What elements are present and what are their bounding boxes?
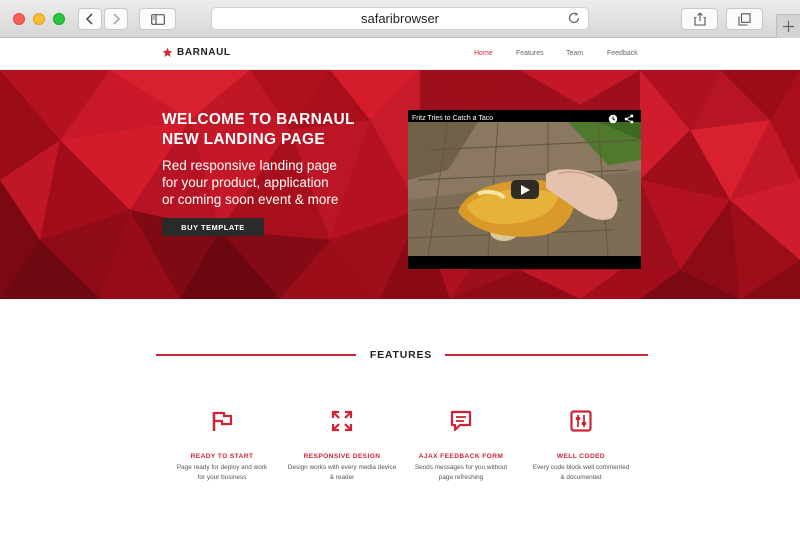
zoom-window-button[interactable] <box>53 13 65 25</box>
address-text: safaribrowser <box>360 11 440 26</box>
brand-name: BARNAUL <box>177 47 231 58</box>
features-heading: FEATURES <box>369 349 433 361</box>
clock-icon[interactable] <box>608 114 618 124</box>
address-bar[interactable]: safaribrowser <box>211 7 589 30</box>
tabs-button[interactable] <box>726 8 763 30</box>
hero-subtitle: Red responsive landing page for your pro… <box>162 157 362 208</box>
feature-description: Sends messages for you without page refr… <box>396 463 526 482</box>
feature-description-line-2: page refreshing <box>438 473 484 481</box>
nav-feedback[interactable]: Feedback <box>607 50 638 57</box>
browser-toolbar: safaribrowser <box>0 0 800 38</box>
feature-item: WELL CODED Every code block well comment… <box>516 410 646 482</box>
share-video-icon[interactable] <box>624 114 634 124</box>
sliders-icon <box>570 410 592 432</box>
close-window-button[interactable] <box>13 13 25 25</box>
video-player[interactable]: Fritz Tries to Catch a Taco <box>408 110 641 269</box>
minimize-window-button[interactable] <box>33 13 45 25</box>
sidebar-icon <box>150 13 165 25</box>
expand-icon <box>331 410 353 432</box>
nav-features[interactable]: Features <box>516 50 544 57</box>
feature-description-line-2: & reader <box>329 473 355 481</box>
back-button[interactable] <box>78 8 102 30</box>
share-icon <box>693 12 706 26</box>
low-poly-background <box>0 70 800 299</box>
feature-description: Page ready for deploy and work for your … <box>157 463 287 482</box>
brand-logo[interactable]: BARNAUL <box>162 47 231 58</box>
tabs-icon <box>738 12 751 26</box>
feature-item: RESPONSIVE DESIGN Design works with ever… <box>277 410 407 482</box>
nav-team[interactable]: Team <box>566 50 583 57</box>
back-icon <box>85 13 93 25</box>
hero-subtitle-line-1: Red responsive landing page <box>162 158 337 173</box>
feature-description-line-1: Page ready for deploy and work <box>176 464 268 471</box>
plus-icon <box>783 21 794 32</box>
site-navbar: BARNAUL Home Features Team Feedback <box>0 38 800 70</box>
star-icon <box>162 47 173 58</box>
buy-template-button[interactable]: BUY TEMPLATE <box>162 218 264 236</box>
forward-button[interactable] <box>104 8 128 30</box>
reload-icon[interactable] <box>567 11 581 25</box>
hero-title-line-1: WELCOME TO BARNAUL <box>162 111 355 128</box>
feature-description-line-2: & documented <box>560 473 602 481</box>
feature-description: Every code block well commented & docume… <box>516 463 646 482</box>
forward-icon <box>113 13 121 25</box>
feature-title: READY TO START <box>190 453 254 460</box>
feature-title: RESPONSIVE DESIGN <box>303 453 381 460</box>
feature-description: Design works with every media device & r… <box>277 463 407 482</box>
feature-description-line-1: Design works with every media device <box>287 464 397 471</box>
share-button[interactable] <box>681 8 718 30</box>
features-divider-left <box>156 354 356 356</box>
feature-description-line-1: Sends messages for you without <box>414 464 508 471</box>
feature-title: WELL CODED <box>556 453 606 460</box>
nav-home[interactable]: Home <box>474 50 493 57</box>
feature-item: READY TO START Page ready for deploy and… <box>157 410 287 482</box>
feature-description-line-2: for your business <box>197 473 247 481</box>
hero-title: WELCOME TO BARNAUL NEW LANDING PAGE <box>162 110 382 150</box>
play-icon <box>520 184 530 195</box>
chat-icon <box>450 410 472 432</box>
feature-item: AJAX FEEDBACK FORM Sends messages for yo… <box>396 410 526 482</box>
hero-subtitle-line-2: for your product, application <box>162 175 329 190</box>
new-tab-button[interactable] <box>776 14 800 38</box>
play-button[interactable] <box>511 180 539 199</box>
hero-title-line-2: NEW LANDING PAGE <box>162 131 325 148</box>
hero-subtitle-line-3: or coming soon event & more <box>162 192 339 207</box>
flag-icon <box>212 411 233 431</box>
sidebar-button[interactable] <box>139 8 176 30</box>
feature-title: AJAX FEEDBACK FORM <box>418 453 504 460</box>
hero-section: WELCOME TO BARNAUL NEW LANDING PAGE Red … <box>0 70 800 299</box>
video-title[interactable]: Fritz Tries to Catch a Taco <box>412 115 493 122</box>
features-divider-right <box>445 354 648 356</box>
feature-description-line-1: Every code block well commented <box>532 464 630 471</box>
